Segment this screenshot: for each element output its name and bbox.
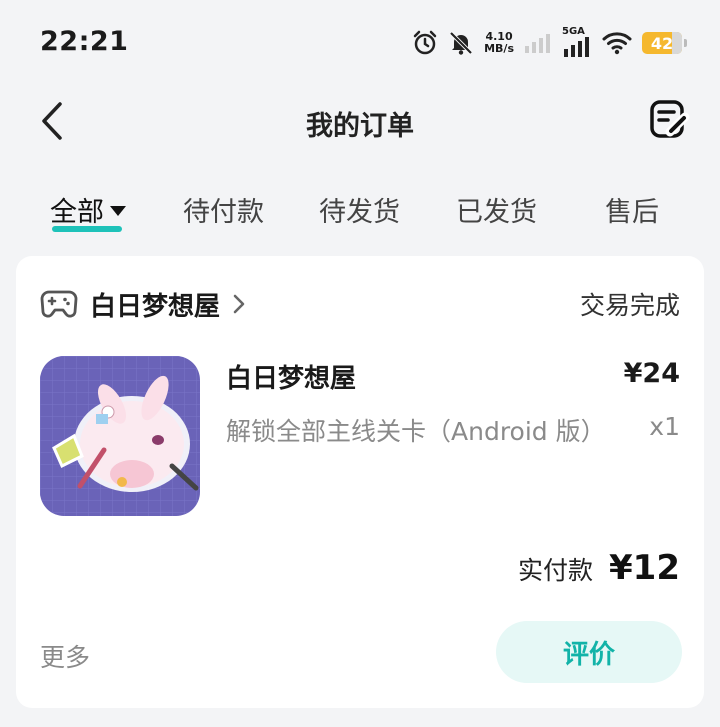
shop-name: 白日梦想屋 [90,291,221,322]
order-status: 交易完成 [579,291,680,320]
battery-icon: 42 [642,32,687,54]
game-cover-image [40,356,200,516]
status-icons: 4.10 MB/s 5GA 42 [412,26,687,60]
chevron-right-icon [233,294,245,314]
order-tabs: 全部 待付款 待发货 已发货 售后 [0,182,720,242]
active-tab-indicator [52,226,122,232]
tab-shipped[interactable]: 已发货 [456,190,537,229]
clock: 22:21 [40,26,129,57]
product-quantity: x1 [649,412,680,441]
tab-pending-payment[interactable]: 待付款 [183,190,264,229]
edit-button[interactable] [648,96,690,142]
page-title: 我的订单 [306,111,414,142]
order-card[interactable]: 白日梦想屋 交易完成 白日梦想屋 ¥24 解锁全部主线关卡（Android 版）… [16,256,704,708]
shop-link[interactable]: 白日梦想屋 [40,284,246,324]
product-price: ¥24 [623,358,680,389]
gamepad-icon [40,290,78,318]
review-button[interactable]: 评价 [496,621,682,683]
caret-down-icon [110,205,126,216]
nav-header: 我的订单 [0,86,720,156]
alarm-icon [412,30,438,56]
tab-all-label: 全部 [50,197,104,228]
signal-empty-icon [524,33,552,53]
signal-5g-icon: 5GA [562,26,592,58]
paid-value: ¥12 [609,548,680,588]
wifi-icon [602,31,632,55]
tab-after-sales[interactable]: 售后 [605,190,659,229]
product-description: 解锁全部主线关卡（Android 版） [226,417,606,446]
net-speed-unit: MB/s [484,42,514,55]
more-button[interactable]: 更多 [40,638,90,674]
tab-pending-shipment[interactable]: 待发货 [319,190,400,229]
product-thumbnail[interactable] [40,356,200,516]
paid-label: 实付款 [518,556,594,585]
product-name[interactable]: 白日梦想屋 [226,358,356,395]
battery-level: 42 [650,33,674,53]
bell-off-icon [448,30,474,56]
net-speed: 4.10 MB/s [484,31,514,55]
signal-5g-label: 5GA [562,26,585,37]
paid-amount-row: 实付款 ¥12 [518,548,680,588]
tab-all[interactable]: 全部 [50,190,126,229]
edit-note-icon [650,100,690,138]
status-bar: 22:21 4.10 MB/s 5GA 42 [0,0,720,86]
